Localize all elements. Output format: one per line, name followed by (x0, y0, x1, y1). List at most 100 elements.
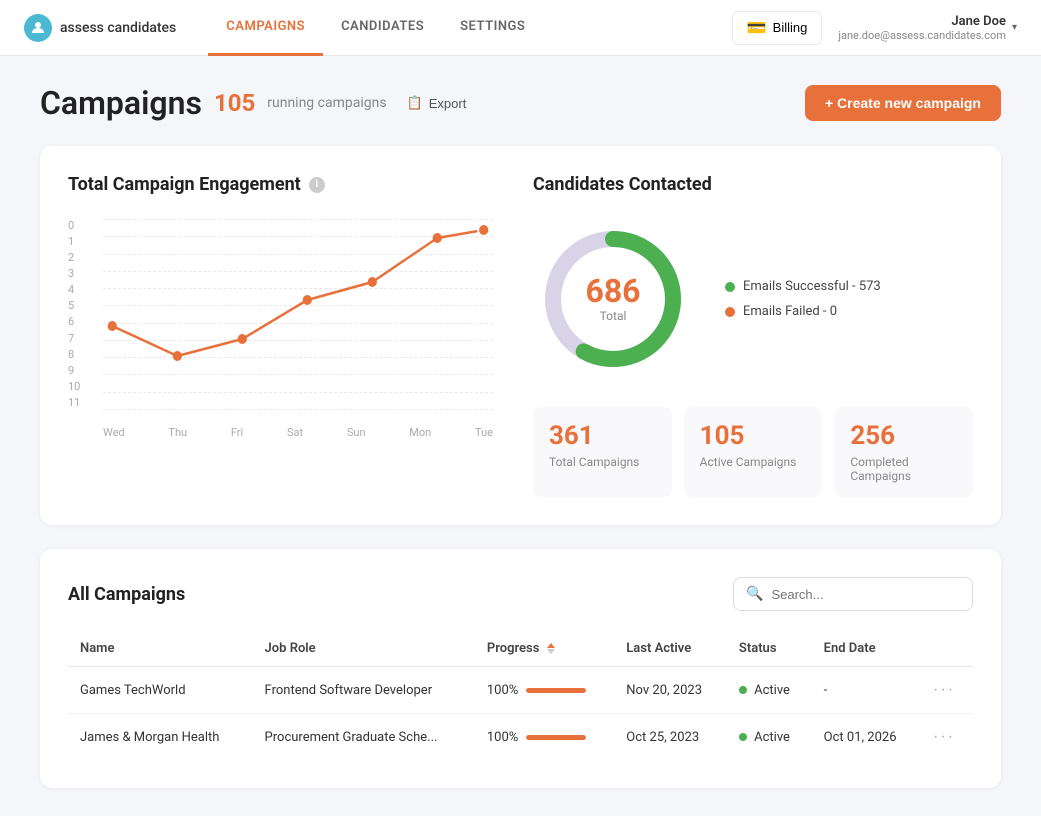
chart-x-labels: Wed Thu Fri Sat Sun Mon Tue (103, 426, 493, 439)
legend-dot-red (725, 307, 735, 317)
donut-total-label: Total (585, 309, 640, 323)
nav-item-settings[interactable]: SETTINGS (442, 0, 543, 56)
progress-value: 100% (487, 683, 518, 698)
donut-total-number: 686 (585, 275, 640, 307)
chart-y-labels: 11 10 9 8 7 6 5 4 3 2 1 0 (68, 219, 98, 409)
page-title-area: Campaigns 105 running campaigns 📋 Export (40, 84, 466, 122)
cell-more[interactable]: ··· (921, 714, 973, 761)
info-icon: i (309, 177, 325, 193)
stat-total-number: 361 (549, 421, 656, 451)
campaigns-header: All Campaigns 🔍 (68, 577, 973, 611)
user-menu[interactable]: Jane Doe jane.doe@assess.candidates.com … (838, 14, 1017, 42)
cell-status: Active (727, 667, 812, 714)
stat-completed: 256 Completed Campaigns (834, 407, 973, 497)
page-header: Campaigns 105 running campaigns 📋 Export… (40, 84, 1001, 122)
status-label: Active (754, 683, 790, 698)
legend-successful: Emails Successful - 573 (725, 279, 881, 294)
main-header: assess candidates CAMPAIGNS CANDIDATES S… (0, 0, 1041, 56)
cell-progress: 100% (475, 667, 614, 714)
chart-svg (103, 219, 493, 409)
table-header: Name Job Role Progress Last Active Statu… (68, 631, 973, 667)
status-dot-active (739, 686, 747, 694)
engagement-card: Total Campaign Engagement i 11 10 9 8 7 … (40, 146, 1001, 525)
status-dot-active (739, 733, 747, 741)
cell-more[interactable]: ··· (921, 667, 973, 714)
table-row: Games TechWorld Frontend Software Develo… (68, 667, 973, 714)
col-status: Status (727, 631, 812, 667)
export-button[interactable]: 📋 Export (407, 95, 467, 111)
more-button[interactable]: ··· (933, 681, 955, 699)
col-progress[interactable]: Progress (475, 631, 614, 667)
chevron-down-icon: ▾ (1012, 22, 1017, 33)
logo-text: assess candidates (60, 20, 176, 36)
cell-name: James & Morgan Health (68, 714, 253, 761)
nav-item-candidates[interactable]: CANDIDATES (323, 0, 442, 56)
running-label: running campaigns (267, 95, 386, 111)
running-count: 105 (214, 89, 255, 117)
search-icon: 🔍 (746, 586, 763, 602)
cell-job-role: Frontend Software Developer (253, 667, 475, 714)
cell-last-active: Oct 25, 2023 (614, 714, 727, 761)
campaigns-table-title: All Campaigns (68, 584, 185, 605)
more-button[interactable]: ··· (933, 728, 955, 746)
billing-button[interactable]: 💳 Billing (732, 11, 823, 45)
candidates-contacted-title: Candidates Contacted (533, 174, 973, 195)
campaigns-card: All Campaigns 🔍 Name Job Role Progress (40, 549, 1001, 788)
col-last-active: Last Active (614, 631, 727, 667)
progress-value: 100% (487, 730, 518, 745)
page-title: Campaigns (40, 84, 202, 122)
engagement-left: Total Campaign Engagement i 11 10 9 8 7 … (68, 174, 493, 497)
progress-bar-bg (526, 688, 586, 693)
chart-area (103, 219, 493, 409)
col-job-role: Job Role (253, 631, 475, 667)
cell-end-date: Oct 01, 2026 (812, 714, 921, 761)
col-end-date: End Date (812, 631, 921, 667)
legend-dot-green (725, 282, 735, 292)
create-campaign-button[interactable]: + Create new campaign (805, 85, 1001, 121)
legend-failed-label: Emails Failed - 0 (743, 304, 837, 319)
donut-chart: 686 Total (533, 219, 693, 379)
user-text: Jane Doe jane.doe@assess.candidates.com (838, 14, 1006, 42)
cell-last-active: Nov 20, 2023 (614, 667, 727, 714)
main-content: Campaigns 105 running campaigns 📋 Export… (0, 56, 1041, 816)
billing-icon: 💳 (747, 18, 767, 38)
search-input[interactable] (771, 587, 960, 602)
stat-completed-label: Completed Campaigns (850, 455, 957, 483)
col-name: Name (68, 631, 253, 667)
sort-icon (547, 643, 555, 654)
export-label: Export (429, 96, 467, 111)
cell-name: Games TechWorld (68, 667, 253, 714)
progress-bar-bg (526, 735, 586, 740)
logo[interactable]: assess candidates (24, 14, 176, 42)
header-right: 💳 Billing Jane Doe jane.doe@assess.candi… (732, 11, 1017, 45)
donut-row: 686 Total Emails Successful - 573 Emails… (533, 219, 973, 379)
engagement-inner: Total Campaign Engagement i 11 10 9 8 7 … (68, 174, 973, 497)
line-chart: 11 10 9 8 7 6 5 4 3 2 1 0 (68, 219, 493, 439)
legend: Emails Successful - 573 Emails Failed - … (725, 279, 881, 319)
engagement-right: Candidates Contacted (533, 174, 973, 497)
table-row: James & Morgan Health Procurement Gradua… (68, 714, 973, 761)
table-body: Games TechWorld Frontend Software Develo… (68, 667, 973, 761)
billing-label: Billing (773, 20, 808, 35)
progress-cell: 100% (487, 683, 602, 698)
stat-total-label: Total Campaigns (549, 455, 656, 469)
progress-cell: 100% (487, 730, 602, 745)
campaigns-table: Name Job Role Progress Last Active Statu… (68, 631, 973, 760)
user-email: jane.doe@assess.candidates.com (838, 29, 1006, 42)
main-nav: CAMPAIGNS CANDIDATES SETTINGS (208, 0, 731, 56)
stat-active: 105 Active Campaigns (684, 407, 823, 497)
export-icon: 📋 (407, 95, 423, 111)
stats-row: 361 Total Campaigns 105 Active Campaigns… (533, 407, 973, 497)
col-actions (921, 631, 973, 667)
progress-bar-fill (526, 688, 586, 693)
cell-status: Active (727, 714, 812, 761)
stat-completed-number: 256 (850, 421, 957, 451)
cell-end-date: - (812, 667, 921, 714)
stat-active-label: Active Campaigns (700, 455, 807, 469)
status-label: Active (754, 730, 790, 745)
cell-job-role: Procurement Graduate Sche... (253, 714, 475, 761)
nav-item-campaigns[interactable]: CAMPAIGNS (208, 0, 323, 56)
legend-successful-label: Emails Successful - 573 (743, 279, 881, 294)
stat-total: 361 Total Campaigns (533, 407, 672, 497)
search-box[interactable]: 🔍 (733, 577, 973, 611)
